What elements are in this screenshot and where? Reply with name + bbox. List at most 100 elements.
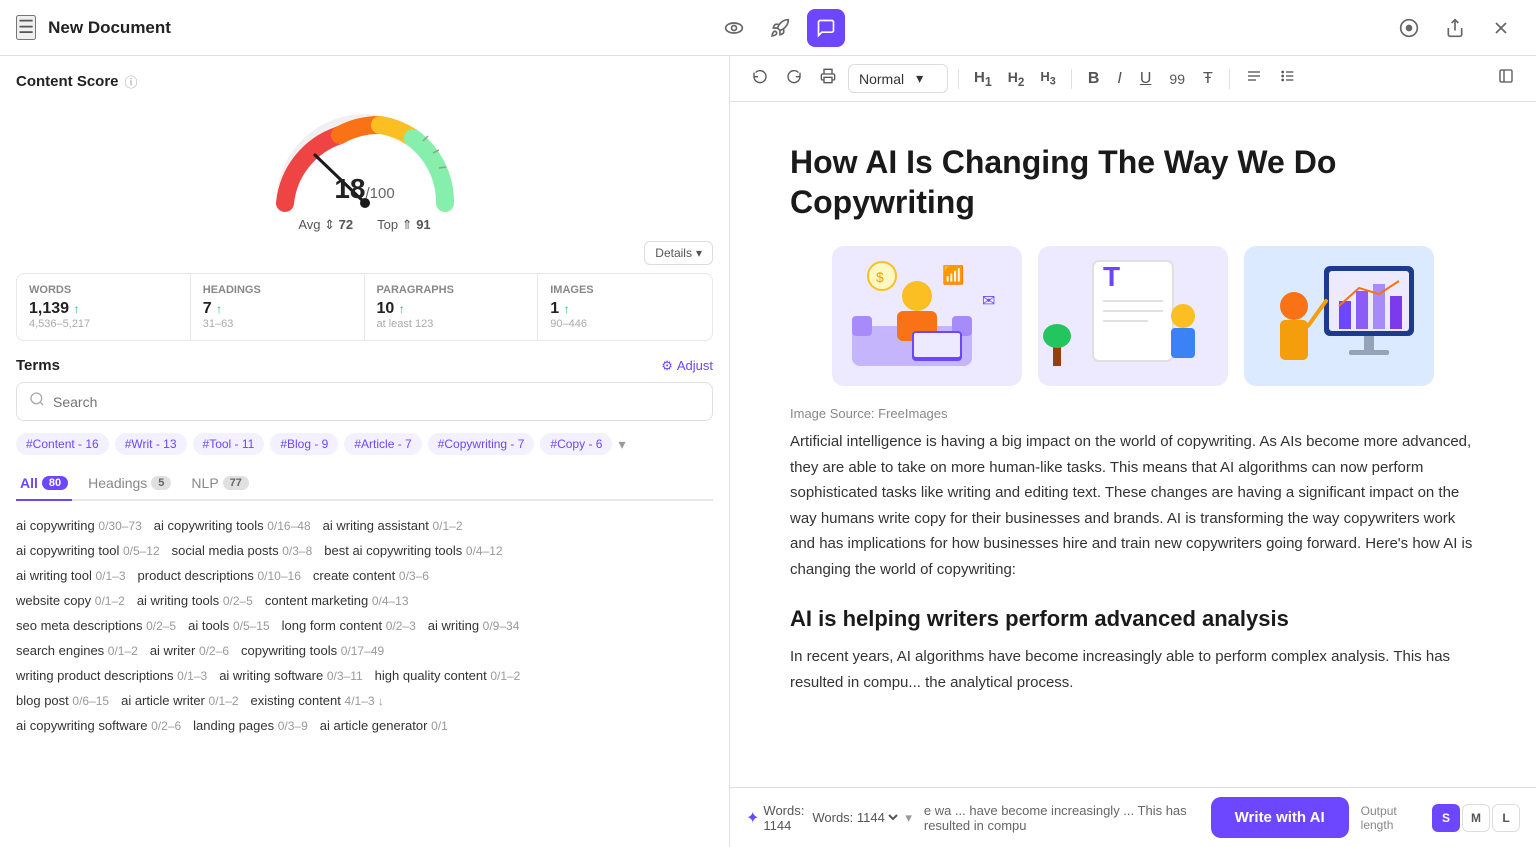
content-score-title: Content Score [16,73,119,90]
list-item: seo meta descriptions 0/2–5 ai tools 0/5… [16,613,713,638]
term-ai-copywriting-tool: ai copywriting tool 0/5–12 [16,543,160,558]
term-ai-writing-software: ai writing software 0/3–11 [219,668,362,683]
chevron-down-icon: ▾ [696,246,702,260]
eye-button[interactable] [715,9,753,47]
main-layout: Content Score ⓘ [0,0,1536,847]
format-dropdown[interactable]: Normal ▾ [848,64,948,93]
record-button[interactable] [1390,9,1428,47]
quote-button[interactable]: 99 [1163,67,1191,91]
tab-all[interactable]: All 80 [16,467,72,501]
term-social-media-posts: social media posts 0/3–8 [172,543,313,558]
tags-row: #Content - 16 #Writ - 13 #Tool - 11 #Blo… [16,433,713,455]
header-right [1390,9,1520,47]
terms-title: Terms [16,357,60,374]
term-long-form-content: long form content 0/2–3 [282,618,416,633]
term-copywriting-tools: copywriting tools 0/17–49 [241,643,384,658]
chevron-down-icon: ▾ [916,70,923,87]
word-count-info: ✦ Words: 1144 Words: 1144 ▾ [746,803,912,833]
words-stat: WORDS 1,139 ↑ 4,536–5,217 [17,274,191,340]
size-s-button[interactable]: S [1432,804,1460,832]
tag-copy[interactable]: #Copy - 6 [540,433,612,455]
tag-tool[interactable]: #Tool - 11 [193,433,265,455]
size-l-button[interactable]: L [1492,804,1520,832]
preview-text: e wa ... have become increasingly ... Th… [924,803,1187,833]
svg-text:✉: ✉ [982,293,995,310]
sliders-icon: ⚙ [661,358,673,374]
close-button[interactable] [1482,9,1520,47]
details-row: Details ▾ [16,241,713,265]
svg-text:$: $ [876,269,884,285]
term-existing-content: existing content 4/1–3 ↓ [251,693,384,708]
separator [958,69,959,89]
left-panel: Content Score ⓘ [0,56,730,847]
gauge-avg-top: Avg ⇕ 72 Top ⇑ 91 [298,217,430,233]
search-icon [29,391,45,412]
tag-article[interactable]: #Article - 7 [344,433,421,455]
tag-writ[interactable]: #Writ - 13 [115,433,187,455]
stats-row: WORDS 1,139 ↑ 4,536–5,217 HEADINGS 7 ↑ 3… [16,273,713,341]
adjust-button[interactable]: ⚙ Adjust [661,358,713,374]
svg-text:T: T [1103,261,1120,292]
tags-expand-button[interactable]: ▾ [618,436,625,453]
write-with-ai-button[interactable]: Write with AI [1211,797,1349,838]
document-title: New Document [48,18,171,38]
align-button[interactable] [1240,64,1268,93]
sub-heading-1[interactable]: AI is helping writers perform advanced a… [790,606,1476,632]
terms-list: ai copywriting 0/30–73 ai copywriting to… [16,513,713,738]
list-button[interactable] [1274,64,1302,93]
special-button[interactable]: Ŧ [1197,66,1219,92]
info-icon[interactable]: ⓘ [125,72,138,91]
list-item: search engines 0/1–2 ai writer 0/2–6 cop… [16,638,713,663]
share-button[interactable] [1436,9,1474,47]
tab-nlp[interactable]: NLP 77 [187,467,252,501]
gauge-score: 18/100 [334,173,394,205]
italic-button[interactable]: I [1111,66,1127,92]
score-number: 18 [334,173,365,204]
tag-blog[interactable]: #Blog - 9 [270,433,338,455]
term-seo-meta-descriptions: seo meta descriptions 0/2–5 [16,618,176,633]
underline-button[interactable]: U [1134,66,1158,92]
body-paragraph-2[interactable]: In recent years, AI algorithms have beco… [790,644,1476,695]
chat-button[interactable] [807,9,845,47]
separator [1071,69,1072,89]
redo-button[interactable] [780,64,808,93]
rocket-button[interactable] [761,9,799,47]
body-paragraph-1[interactable]: Artificial intelligence is having a big … [790,429,1476,582]
h3-button[interactable]: H3 [1035,66,1060,91]
term-landing-pages: landing pages 0/3–9 [193,718,308,733]
term-ai-writing-tools: ai writing tools 0/2–5 [137,593,253,608]
illustration-3 [1244,246,1434,386]
details-button[interactable]: Details ▾ [644,241,713,265]
sidebar-toggle-button[interactable] [1492,64,1520,93]
bold-button[interactable]: B [1082,66,1106,92]
term-create-content: create content 0/3–6 [313,568,429,583]
top-label: Top ⇑ 91 [377,217,431,233]
separator [1229,69,1230,89]
term-ai-copywriting-software: ai copywriting software 0/2–6 [16,718,181,733]
headings-stat: HEADINGS 7 ↑ 31–63 [191,274,365,340]
list-item: ai copywriting software 0/2–6 landing pa… [16,713,713,738]
term-ai-article-generator: ai article generator 0/1 [320,718,448,733]
term-website-copy: website copy 0/1–2 [16,593,125,608]
term-ai-article-writer: ai article writer 0/1–2 [121,693,238,708]
output-length-label: Output length [1361,804,1412,832]
menu-icon[interactable]: ☰ [16,15,36,40]
tab-headings[interactable]: Headings 5 [84,467,175,501]
h1-button[interactable]: H1 [969,66,997,92]
document-heading[interactable]: How AI Is Changing The Way We Do Copywri… [790,142,1476,222]
tag-copywriting[interactable]: #Copywriting - 7 [428,433,535,455]
word-count-select[interactable]: Words: 1144 [808,809,901,826]
word-count-label: Words: 1144 [763,803,804,833]
tag-content[interactable]: #Content - 16 [16,433,109,455]
h2-button[interactable]: H2 [1003,66,1030,92]
images-stat: IMAGES 1 ↑ 90–446 [538,274,712,340]
header-left: ☰ New Document [16,15,171,40]
term-high-quality-content: high quality content 0/1–2 [375,668,521,683]
undo-button[interactable] [746,64,774,93]
size-m-button[interactable]: M [1462,804,1490,832]
image-source: Image Source: FreeImages [790,406,1476,421]
score-gauge: 18/100 Avg ⇕ 72 Top ⇑ 91 [16,103,713,233]
search-input[interactable] [53,394,700,410]
term-ai-writing-assistant: ai writing assistant 0/1–2 [323,518,463,533]
print-button[interactable] [814,64,842,93]
